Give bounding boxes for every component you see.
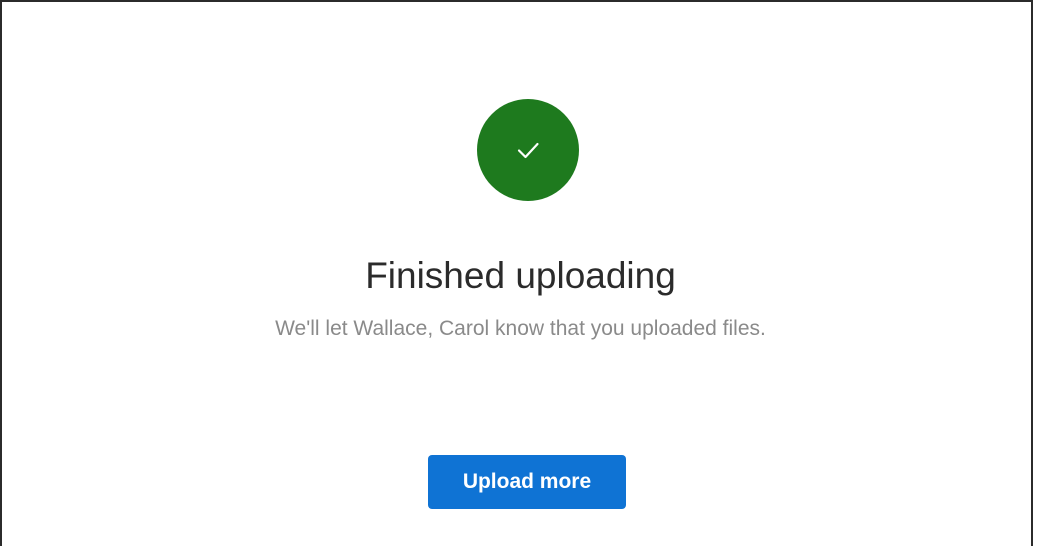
page-title: Finished uploading [365,255,676,296]
success-badge [477,99,579,201]
checkmark-icon [517,142,539,159]
upload-notification-message: We'll let Wallace, Carol know that you u… [275,317,766,340]
upload-more-button[interactable]: Upload more [428,455,626,509]
upload-complete-panel: Finished uploading We'll let Wallace, Ca… [0,0,1033,546]
